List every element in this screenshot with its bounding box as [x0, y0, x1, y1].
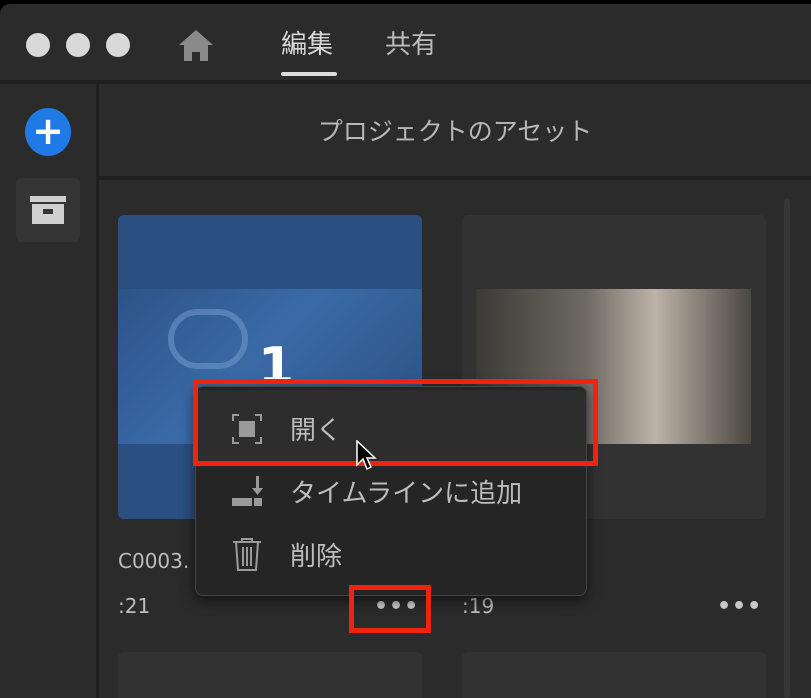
active-tab-indicator	[281, 72, 337, 76]
asset-name: C0003.	[118, 549, 190, 573]
thumbnail-graphic	[168, 309, 248, 369]
tab-edit[interactable]: 編集	[281, 24, 333, 61]
asset-duration: :19	[462, 594, 495, 618]
menu-item-delete[interactable]: 削除	[196, 522, 586, 586]
plus-icon: +	[32, 109, 64, 153]
panel-title: プロジェクトのアセット	[317, 117, 593, 146]
app-window: 編集 共有 + プロジェクトのアセット 1 C0003. :21 :19 •••…	[0, 4, 811, 698]
window-close-button[interactable]	[26, 33, 50, 57]
menu-item-label: タイムラインに追加	[290, 478, 523, 509]
highlight-box	[349, 585, 431, 633]
asset-duration: :21	[118, 594, 151, 618]
menu-item-label: 削除	[290, 541, 343, 572]
mouse-cursor-icon	[356, 439, 378, 476]
highlight-box	[193, 379, 598, 466]
divider	[99, 176, 811, 180]
archive-icon	[30, 196, 66, 224]
more-options-button[interactable]: •••	[717, 594, 762, 619]
add-to-timeline-icon	[230, 474, 264, 508]
scrollbar[interactable]	[784, 199, 790, 698]
trash-icon	[230, 537, 264, 571]
menu-item-add-to-timeline[interactable]: タイムラインに追加	[196, 459, 586, 523]
asset-card[interactable]	[118, 652, 422, 698]
asset-card[interactable]	[462, 652, 766, 698]
home-icon[interactable]	[178, 28, 214, 66]
window-zoom-button[interactable]	[106, 33, 130, 57]
tab-share[interactable]: 共有	[385, 24, 437, 61]
add-media-button[interactable]: +	[25, 108, 71, 156]
project-assets-button[interactable]	[16, 178, 80, 242]
window-minimize-button[interactable]	[66, 33, 90, 57]
